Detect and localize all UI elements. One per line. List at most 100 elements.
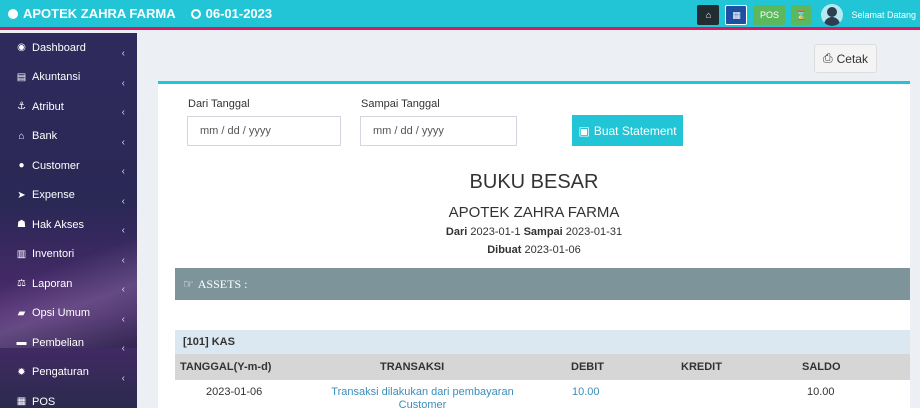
create-statement-button[interactable]: ▣ Buat Statement (572, 115, 683, 146)
brand-logo-icon (8, 8, 18, 19)
report-title: BUKU BESAR (469, 171, 599, 193)
assets-section-header: ☞ ASSETS : (175, 268, 910, 300)
hourglass-icon: ⌛ (795, 9, 808, 20)
created-date: 2023-01-06 (524, 244, 581, 256)
users-icon: ☗ (17, 219, 26, 231)
save-icon: ▣ (578, 123, 590, 138)
navbar-right: ⌂ ▦ POS ⌛ Selamat Datang (697, 4, 916, 26)
sidebar-item-pos[interactable]: ▦ POS (0, 387, 137, 408)
top-navbar: APOTEK ZAHRA FARMA 06-01-2023 ⌂ ▦ POS ⌛ … (0, 0, 920, 30)
sidebar-item-laporan[interactable]: ⚖ Laporan ‹ (0, 269, 137, 299)
table-row: 2023-01-06 Transaksi dilakukan dari pemb… (175, 380, 910, 408)
sidebar-item-hak-akses[interactable]: ☗ Hak Akses ‹ (0, 210, 137, 240)
cell-date: 2023-01-06 (206, 386, 263, 398)
sidebar-item-atribut[interactable]: ⚓ Atribut ‹ (0, 92, 137, 122)
chevron-left-icon: ‹ (121, 372, 125, 384)
home-button[interactable]: ⌂ (697, 5, 720, 25)
to-date-input[interactable]: mm / dd / yyyy (360, 116, 517, 146)
sidebar-item-label: Expense (32, 189, 75, 202)
calculator-icon: ▤ (16, 71, 27, 83)
create-statement-label: Buat Statement (593, 123, 677, 138)
period-from: 2023-01-1 (470, 226, 521, 238)
chevron-left-icon: ‹ (121, 136, 125, 148)
balance-scale-icon: ⚖ (17, 278, 26, 290)
sidebar-item-label: Bank (32, 130, 58, 143)
sidebar-item-pengaturan[interactable]: ✹ Pengaturan ‹ (0, 358, 137, 388)
cell-balance: 10.00 (807, 386, 835, 398)
chevron-left-icon: ‹ (121, 284, 125, 295)
sidebar: ◉ Dashboard ‹ ▤ Akuntansi ‹ ⚓ Atribut ‹ ⌂ Bank ‹… (0, 33, 137, 408)
truck-icon: ▬ (16, 337, 27, 349)
column-header-balance: SALDO (802, 361, 841, 373)
to-date-label: Sampai Tanggal (361, 98, 440, 110)
print-label: Cetak (836, 51, 868, 66)
sidebar-item-inventori[interactable]: ▥ Inventori ‹ (0, 240, 137, 270)
sidebar-item-label: Laporan (32, 277, 73, 290)
chevron-left-icon: ‹ (121, 166, 125, 177)
table-header: TANGGAL(Y-m-d) TRANSAKSI DEBIT KREDIT SA… (175, 354, 910, 380)
cell-transaction-link[interactable]: Transaksi dilakukan dari pembayaran Cust… (320, 386, 525, 408)
sidebar-item-customer[interactable]: ● Customer ‹ (0, 151, 137, 181)
report-created: Dibuat 2023-01-06 (158, 244, 910, 256)
column-header-date: TANGGAL(Y-m-d) (180, 361, 272, 373)
pos-button[interactable]: POS (753, 5, 786, 25)
to-word: Sampai (523, 226, 563, 238)
sidebar-item-pembelian[interactable]: ▬ Pembelian ‹ (0, 328, 137, 358)
column-header-transaction: TRANSAKSI (380, 361, 445, 373)
greeting-text[interactable]: Selamat Datang (851, 10, 916, 20)
created-word: Dibuat (487, 244, 522, 256)
company-name: APOTEK ZAHRA FARMA (448, 204, 620, 221)
cell-debit: 10.00 (572, 386, 600, 398)
gear-icon: ✹ (17, 366, 26, 378)
sidebar-item-label: Hak Akses (32, 218, 84, 231)
hand-pointer-icon: ☞ (183, 276, 194, 291)
sidebar-item-label: Pembelian (32, 336, 84, 349)
sidebar-item-akuntansi[interactable]: ▤ Akuntansi ‹ (0, 63, 137, 93)
from-date-input[interactable]: mm / dd / yyyy (187, 116, 341, 146)
hourglass-button[interactable]: ⌛ (791, 5, 812, 25)
sidebar-item-label: Opsi Umum (32, 307, 91, 320)
sidebar-item-label: Customer (32, 159, 80, 172)
pos-icon: ▦ (16, 396, 27, 408)
sidebar-item-expense[interactable]: ➤ Expense ‹ (0, 181, 137, 211)
column-header-credit: KREDIT (681, 361, 722, 373)
sidebar-item-opsi-umum[interactable]: ▰ Opsi Umum ‹ (0, 299, 137, 329)
bank-icon: ⌂ (18, 130, 25, 142)
calculator-icon: ▦ (732, 9, 741, 20)
from-word: Dari (445, 226, 468, 238)
account-header: [101] KAS (175, 330, 910, 354)
send-icon: ➤ (17, 189, 26, 201)
home-icon: ⌂ (705, 10, 712, 20)
user-icon: ● (18, 160, 25, 172)
dashboard-icon: ◉ (17, 42, 26, 54)
pos-label: POS (759, 10, 779, 20)
print-button[interactable]: ⎙ Cetak (814, 44, 877, 73)
sidebar-item-bank[interactable]: ⌂ Bank ‹ (0, 122, 137, 152)
from-date-label: Dari Tanggal (188, 98, 250, 110)
clock-icon (190, 8, 201, 19)
brand[interactable]: APOTEK ZAHRA FARMA 06-01-2023 (0, 6, 272, 21)
calculator-button[interactable]: ▦ (725, 5, 748, 25)
chevron-left-icon: ‹ (121, 254, 125, 266)
chevron-left-icon: ‹ (121, 225, 125, 236)
brand-name: APOTEK ZAHRA FARMA (23, 6, 176, 21)
from-date-placeholder: mm / dd / yyyy (200, 125, 271, 137)
barcode-icon: ▥ (16, 248, 27, 260)
sidebar-item-label: POS (32, 395, 56, 408)
sidebar-item-dashboard[interactable]: ◉ Dashboard ‹ (0, 33, 137, 63)
column-header-debit: DEBIT (571, 361, 604, 373)
account-name: [101] KAS (183, 336, 235, 348)
period-to: 2023-01-31 (565, 226, 623, 238)
assets-label: ASSETS : (197, 276, 248, 291)
sidebar-item-label: Akuntansi (32, 71, 81, 84)
user-avatar[interactable] (821, 4, 844, 26)
anchor-icon: ⚓ (17, 101, 26, 113)
report-period: Dari 2023-01-1 Sampai 2023-01-31 (158, 226, 910, 238)
print-icon: ⎙ (823, 51, 833, 65)
chevron-left-icon: ‹ (121, 343, 125, 354)
chevron-left-icon: ‹ (121, 195, 125, 207)
chevron-left-icon: ‹ (121, 48, 125, 59)
chevron-left-icon: ‹ (121, 77, 125, 89)
sidebar-item-label: Inventori (32, 248, 75, 261)
current-date: 06-01-2023 (205, 6, 273, 21)
